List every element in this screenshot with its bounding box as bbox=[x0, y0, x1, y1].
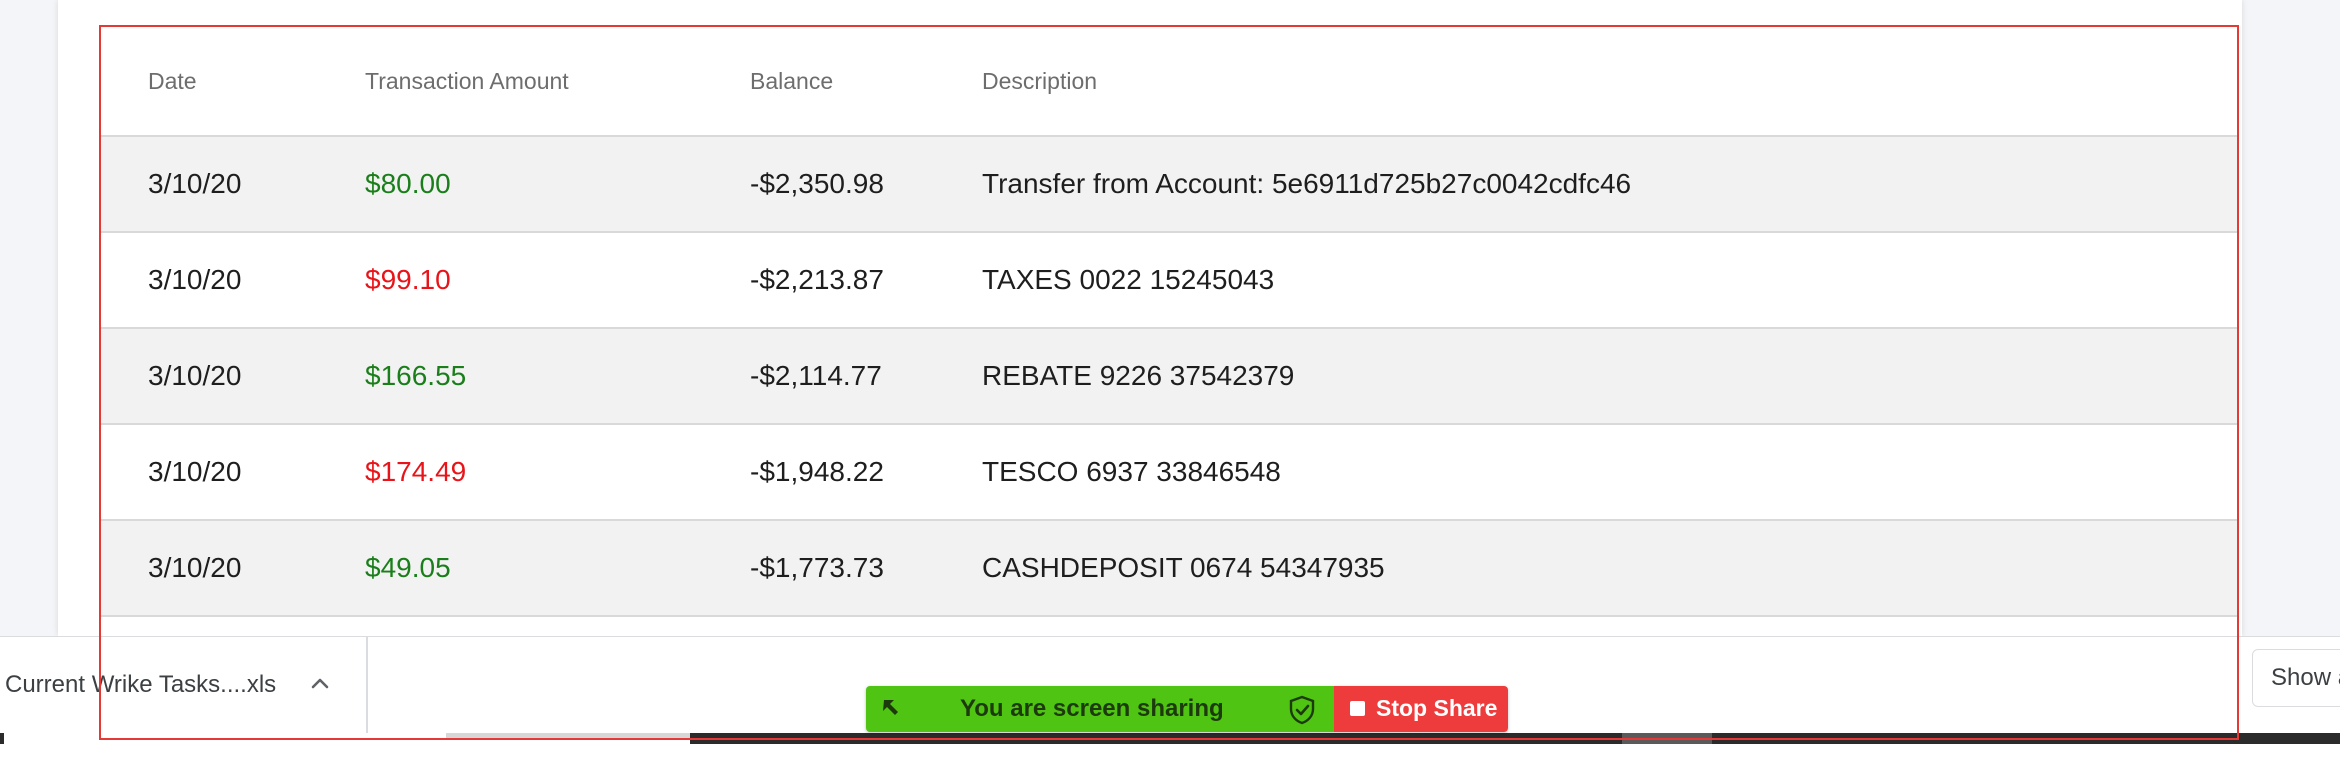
stop-share-button[interactable]: Stop Share bbox=[1334, 686, 1508, 732]
row-date: 3/10/20 bbox=[148, 552, 242, 583]
row-amount: $49.05 bbox=[365, 552, 451, 583]
header-description[interactable]: Description bbox=[982, 68, 1097, 95]
row-amount: $80.00 bbox=[365, 168, 451, 199]
row-description: CASHDEPOSIT 0674 54347935 bbox=[982, 552, 1385, 583]
taskbar bbox=[690, 732, 2340, 744]
taskbar-segment bbox=[1622, 732, 1712, 744]
header-balance[interactable]: Balance bbox=[750, 68, 833, 95]
header-transaction-amount[interactable]: Transaction Amount bbox=[365, 68, 569, 95]
row-amount: $99.10 bbox=[365, 264, 451, 295]
row-description: Transfer from Account: 5e6911d725b27c004… bbox=[982, 168, 1632, 199]
shield-check-icon[interactable] bbox=[1288, 695, 1316, 725]
table-row[interactable]: 3/10/20 $80.00 -$2,350.98 Transfer from … bbox=[101, 137, 2238, 233]
table-row[interactable]: 3/10/20 $49.05 -$1,773.73 CASHDEPOSIT 06… bbox=[101, 521, 2238, 617]
row-balance: -$1,773.73 bbox=[750, 552, 884, 583]
row-date: 3/10/20 bbox=[148, 456, 242, 487]
row-balance: -$2,114.77 bbox=[750, 360, 882, 391]
row-description: TESCO 6937 33846548 bbox=[982, 456, 1281, 487]
chevron-up-icon[interactable] bbox=[306, 669, 334, 697]
download-file-name[interactable]: Current Wrike Tasks....xls bbox=[5, 671, 276, 699]
share-status-text: You are screen sharing bbox=[960, 695, 1224, 722]
row-balance: -$2,213.87 bbox=[750, 264, 884, 295]
transactions-table: Date Transaction Amount Balance Descript… bbox=[101, 27, 2238, 617]
row-description: REBATE 9226 37542379 bbox=[982, 360, 1295, 391]
show-all-button[interactable]: Show a bbox=[2252, 649, 2340, 707]
row-date: 3/10/20 bbox=[148, 360, 242, 391]
screen-share-bar: You are screen sharing Stop Share bbox=[866, 686, 1508, 732]
taskbar-edge bbox=[0, 732, 4, 744]
left-gutter bbox=[0, 0, 59, 740]
row-amount: $174.49 bbox=[365, 456, 467, 487]
row-date: 3/10/20 bbox=[148, 264, 242, 295]
header-date[interactable]: Date bbox=[148, 68, 197, 95]
table-row[interactable]: 3/10/20 $174.49 -$1,948.22 TESCO 6937 33… bbox=[101, 425, 2238, 521]
table-row[interactable]: 3/10/20 $166.55 -$2,114.77 REBATE 9226 3… bbox=[101, 329, 2238, 425]
row-balance: -$1,948.22 bbox=[750, 456, 884, 487]
stop-square-icon bbox=[1350, 701, 1365, 716]
table-row[interactable]: 3/10/20 $99.10 -$2,213.87 TAXES 0022 152… bbox=[101, 233, 2238, 329]
download-item[interactable]: Current Wrike Tasks....xls bbox=[0, 637, 368, 733]
row-description: TAXES 0022 15245043 bbox=[982, 264, 1275, 295]
table-header: Date Transaction Amount Balance Descript… bbox=[101, 27, 2238, 137]
share-arrow-icon bbox=[883, 700, 898, 715]
row-date: 3/10/20 bbox=[148, 168, 242, 199]
row-balance: -$2,350.98 bbox=[750, 168, 884, 199]
taskbar-strip bbox=[0, 732, 2340, 768]
share-status[interactable]: You are screen sharing bbox=[866, 686, 1334, 732]
row-amount: $166.55 bbox=[365, 360, 467, 391]
stop-share-label: Stop Share bbox=[1376, 695, 1498, 721]
page: Date Transaction Amount Balance Descript… bbox=[0, 0, 2340, 768]
